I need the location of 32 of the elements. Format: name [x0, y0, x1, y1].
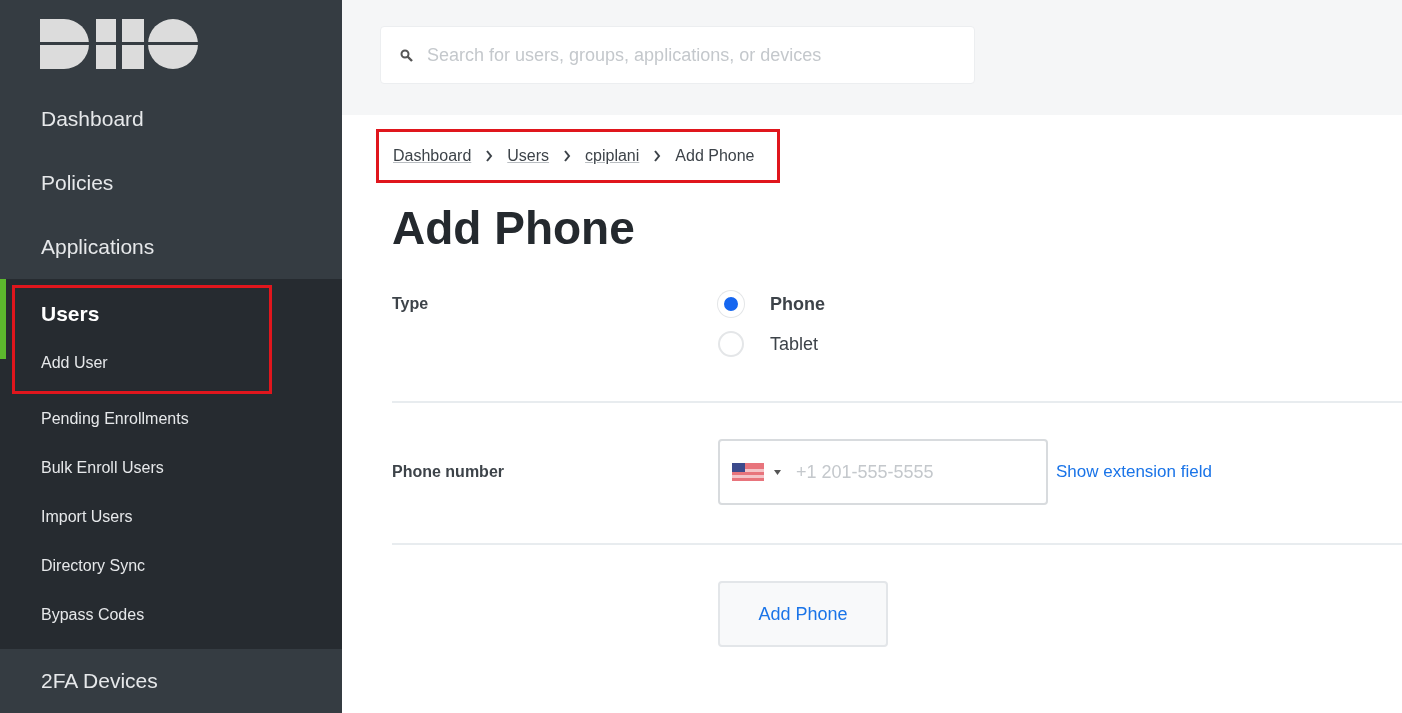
flag-icon	[732, 463, 764, 481]
add-phone-button[interactable]: Add Phone	[718, 581, 888, 647]
chevron-icon	[563, 150, 572, 162]
radio-label: Tablet	[770, 333, 819, 355]
sidebar-item[interactable]: Applications	[0, 215, 342, 279]
chevron-icon	[485, 150, 494, 162]
sidebar-subitem[interactable]: Directory Sync	[0, 541, 342, 590]
sidebar-item[interactable]: Users	[15, 288, 269, 338]
chevron-icon	[653, 150, 662, 162]
sidebar-item[interactable]: Dashboard	[0, 87, 342, 151]
field-label: Phone number	[392, 463, 505, 481]
breadcrumb-link[interactable]: cpiplani	[585, 147, 640, 165]
sidebar-item[interactable]: 2FA Devices	[0, 649, 342, 713]
current-page-label: Add Phone	[675, 147, 755, 165]
breadcrumb-link[interactable]: Users	[507, 147, 550, 165]
sidebar-subitem[interactable]: Bulk Enroll Users	[0, 443, 342, 492]
page-title: Add Phone	[392, 201, 636, 255]
breadcrumb-link[interactable]: Dashboard	[393, 147, 472, 165]
logo-icon	[40, 18, 198, 69]
sidebar-subitem[interactable]: Add User	[15, 338, 269, 387]
radio-button[interactable]	[718, 331, 744, 357]
sidebar-item[interactable]: Policies	[0, 151, 342, 215]
sidebar-subitem[interactable]: Pending Enrollments	[0, 394, 342, 443]
search-icon	[400, 48, 413, 62]
extension-link[interactable]: Show extension field	[1056, 462, 1212, 482]
sidebar-subitem[interactable]: Import Users	[0, 492, 342, 541]
sidebar-subitem[interactable]: Bypass Codes	[0, 590, 342, 639]
field-label: Type	[392, 294, 430, 313]
radio-label: Phone	[770, 293, 825, 315]
search-field[interactable]: Search for users, groups, applications, or devices	[380, 26, 975, 84]
phone-number-field[interactable]: +1 201-555-5555	[718, 439, 1048, 505]
dropdown-icon	[774, 469, 781, 475]
